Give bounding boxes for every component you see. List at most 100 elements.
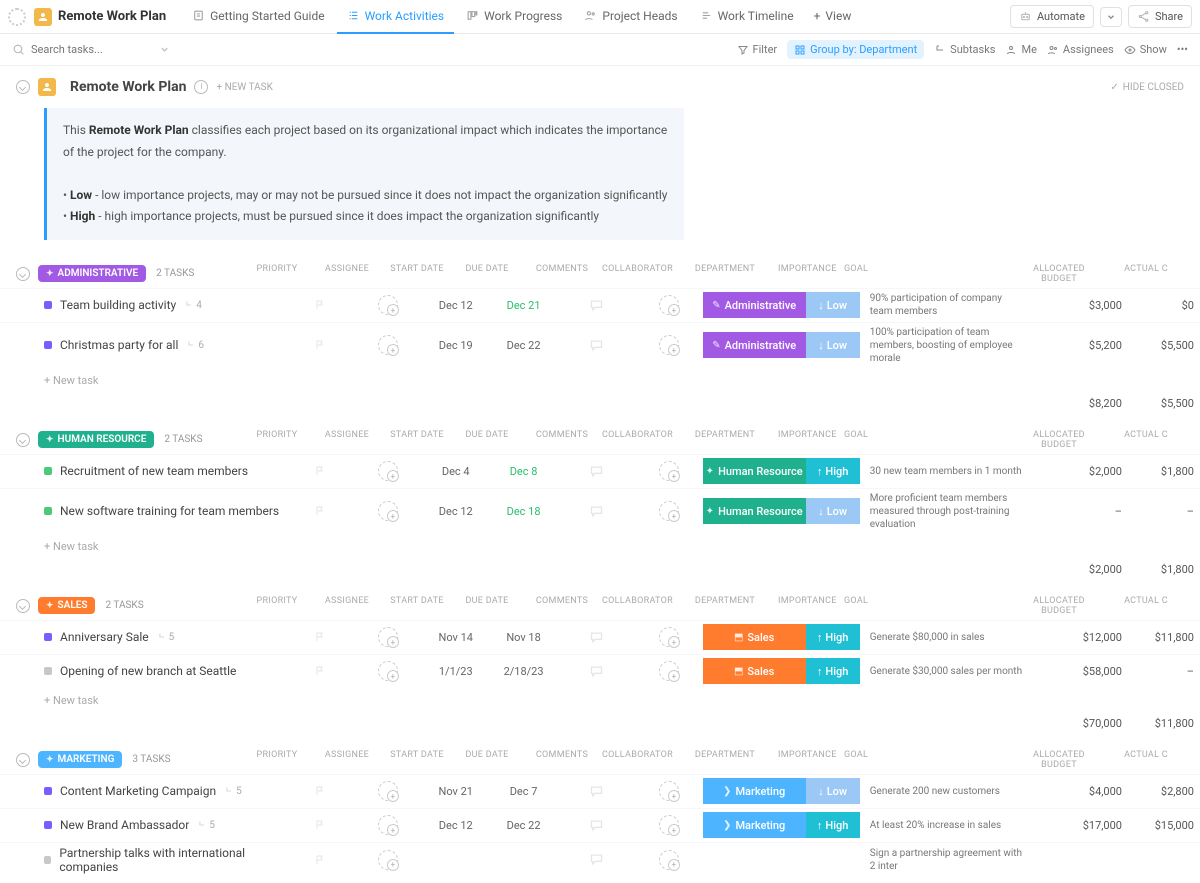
col-header[interactable]: IMPORTANCE — [778, 430, 834, 450]
budget[interactable]: $58,000 — [1083, 665, 1122, 678]
importance-tag[interactable]: ↑High — [806, 658, 860, 684]
add-view-button[interactable]: +View — [804, 0, 862, 34]
assignee-placeholder[interactable] — [378, 850, 398, 870]
task-row[interactable]: Anniversary Sale 5 Nov 14 Nov 18 ⬒Sales … — [0, 620, 1200, 654]
goal-text[interactable]: 100% participation of team members, boos… — [870, 326, 1025, 365]
tab-work-timeline[interactable]: Work Timeline — [690, 0, 804, 34]
budget[interactable]: $5,200 — [1089, 339, 1122, 352]
col-header[interactable]: COMMENTS — [522, 596, 602, 616]
goal-text[interactable]: 30 new team members in 1 month — [870, 465, 1022, 478]
status-square-icon[interactable] — [44, 341, 52, 349]
collapse-all-icon[interactable] — [16, 80, 30, 94]
status-square-icon[interactable] — [44, 856, 51, 864]
assignee-placeholder[interactable] — [378, 815, 398, 835]
collapse-group-icon[interactable] — [16, 267, 30, 281]
col-header[interactable]: PRIORITY — [242, 750, 312, 770]
task-row[interactable]: Content Marketing Campaign 5 Nov 21 Dec … — [0, 774, 1200, 808]
info-icon[interactable]: i — [194, 80, 208, 94]
col-header[interactable]: DEPARTMENT — [672, 596, 778, 616]
col-header[interactable]: COMMENTS — [522, 430, 602, 450]
actual-cost[interactable]: – — [1187, 665, 1194, 678]
comment-icon[interactable] — [589, 504, 604, 519]
due-date[interactable]: Dec 7 — [510, 785, 538, 798]
task-name[interactable]: New Brand Ambassador — [60, 818, 189, 832]
importance-tag[interactable]: ↓Low — [806, 292, 860, 318]
priority-flag-icon[interactable] — [314, 665, 326, 677]
goal-text[interactable]: 90% participation of company team member… — [870, 292, 1025, 318]
col-header[interactable]: DEPARTMENT — [672, 264, 778, 284]
comment-icon[interactable] — [589, 630, 604, 645]
budget[interactable]: – — [1115, 505, 1122, 518]
department-tag[interactable]: ✎Administrative — [703, 332, 806, 358]
goal-text[interactable]: Generate 200 new customers — [870, 785, 1000, 798]
task-row[interactable]: Christmas party for all 6 Dec 19 Dec 22 … — [0, 322, 1200, 368]
comment-icon[interactable] — [589, 664, 604, 679]
col-header[interactable]: DUE DATE — [452, 264, 522, 284]
collaborator-placeholder[interactable] — [659, 295, 679, 315]
col-header[interactable]: START DATE — [382, 596, 452, 616]
department-tag[interactable]: ✦Human Resource — [703, 498, 806, 524]
col-header[interactable]: ASSIGNEE — [312, 430, 382, 450]
assignee-placeholder[interactable] — [378, 627, 398, 647]
collaborator-placeholder[interactable] — [659, 335, 679, 355]
group-pill[interactable]: ✦Human Resource — [38, 431, 154, 448]
subtasks-button[interactable]: Subtasks — [934, 43, 995, 56]
start-date[interactable]: Nov 21 — [439, 785, 473, 798]
start-date[interactable]: Nov 14 — [439, 631, 473, 644]
goal-text[interactable]: Sign a partnership agreement with 2 inte… — [870, 847, 1025, 873]
subtask-count[interactable]: 5 — [157, 632, 175, 643]
more-button[interactable]: ••• — [1177, 43, 1188, 56]
importance-tag[interactable]: ↓Low — [806, 332, 860, 358]
due-date[interactable]: Nov 18 — [506, 631, 540, 644]
col-header[interactable]: GOAL — [834, 430, 1014, 450]
new-task-row[interactable]: + New task — [0, 688, 1200, 713]
priority-flag-icon[interactable] — [314, 465, 326, 477]
col-header[interactable]: ASSIGNEE — [312, 750, 382, 770]
col-header[interactable]: COLLABORATOR — [602, 596, 672, 616]
show-button[interactable]: Show — [1124, 43, 1167, 56]
importance-tag[interactable]: ↑High — [806, 458, 860, 484]
group-pill[interactable]: ✦Administrative — [38, 265, 146, 282]
task-row[interactable]: New software training for team members D… — [0, 488, 1200, 534]
search-input[interactable] — [31, 43, 151, 56]
hide-closed-button[interactable]: ✓HIDE CLOSED — [1110, 82, 1184, 93]
groupby-button[interactable]: Group by: Department — [787, 40, 924, 59]
importance-tag[interactable]: ↓Low — [806, 778, 860, 804]
assignee-placeholder[interactable] — [378, 661, 398, 681]
col-header[interactable]: PRIORITY — [242, 430, 312, 450]
task-name[interactable]: Christmas party for all — [60, 338, 178, 352]
col-header[interactable]: GOAL — [834, 264, 1014, 284]
collaborator-placeholder[interactable] — [659, 781, 679, 801]
status-square-icon[interactable] — [44, 821, 52, 829]
col-header[interactable]: COMMENTS — [522, 264, 602, 284]
subtask-count[interactable]: 6 — [186, 340, 204, 351]
assignee-placeholder[interactable] — [378, 461, 398, 481]
due-date[interactable]: 2/18/23 — [504, 665, 544, 678]
col-header[interactable]: DUE DATE — [452, 750, 522, 770]
new-task-button[interactable]: + NEW TASK — [216, 82, 272, 93]
col-header[interactable]: ACTUAL C — [1114, 596, 1184, 616]
col-header[interactable]: ASSIGNEE — [312, 596, 382, 616]
chevron-down-icon[interactable] — [159, 44, 170, 55]
budget[interactable]: $4,000 — [1089, 785, 1122, 798]
new-task-row[interactable]: + New task — [0, 534, 1200, 559]
col-header[interactable]: COLLABORATOR — [602, 430, 672, 450]
col-header[interactable]: ALLOCATED BUDGET — [1014, 750, 1114, 770]
collaborator-placeholder[interactable] — [659, 501, 679, 521]
status-square-icon[interactable] — [44, 633, 52, 641]
department-tag[interactable]: ⬒Sales — [703, 624, 806, 650]
task-name[interactable]: Content Marketing Campaign — [60, 784, 216, 798]
budget[interactable]: $2,000 — [1089, 465, 1122, 478]
tab-work-activities[interactable]: Work Activities — [337, 0, 455, 34]
tab-project-heads[interactable]: Project Heads — [574, 0, 687, 34]
importance-tag[interactable]: ↓Low — [806, 498, 860, 524]
subtask-count[interactable]: 4 — [184, 300, 202, 311]
assignees-button[interactable]: Assignees — [1047, 43, 1114, 56]
priority-flag-icon[interactable] — [314, 299, 326, 311]
group-pill[interactable]: ✦Marketing — [38, 751, 122, 768]
col-header[interactable]: IMPORTANCE — [778, 596, 834, 616]
comment-icon[interactable] — [589, 464, 604, 479]
task-name[interactable]: New software training for team members — [60, 504, 279, 518]
actual-cost[interactable]: $5,500 — [1161, 339, 1194, 352]
priority-flag-icon[interactable] — [314, 631, 326, 643]
